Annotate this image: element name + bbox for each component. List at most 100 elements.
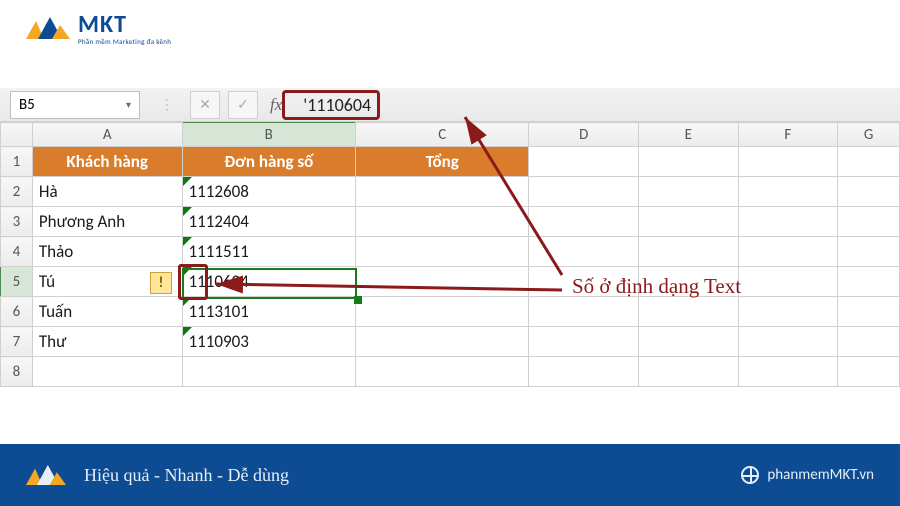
chevron-down-icon[interactable]: ▾ <box>126 98 131 111</box>
cell[interactable]: Tuấn <box>32 297 182 327</box>
cell[interactable] <box>356 207 529 237</box>
name-box[interactable]: B5 ▾ <box>10 91 140 119</box>
table-row: 8 <box>1 357 900 387</box>
column-header-row: A B C D E F G <box>1 123 900 147</box>
cell[interactable] <box>529 207 639 237</box>
cell[interactable] <box>529 297 639 327</box>
row-header[interactable]: 8 <box>1 357 33 387</box>
brand-name: MKT <box>78 10 171 39</box>
row-header[interactable]: 5 <box>1 267 33 297</box>
formula-input[interactable]: '1110604 <box>303 94 371 116</box>
error-smart-tag[interactable]: ! <box>150 272 172 294</box>
table-row: 1 Khách hàng Đơn hàng số Tổng <box>1 147 900 177</box>
header-cell-A[interactable]: Khách hàng <box>32 147 182 177</box>
cell[interactable] <box>356 267 529 297</box>
cell[interactable] <box>738 357 838 387</box>
col-header-E[interactable]: E <box>638 123 738 147</box>
cell[interactable] <box>32 357 182 387</box>
row-header[interactable]: 1 <box>1 147 33 177</box>
cell[interactable] <box>356 357 529 387</box>
col-header-A[interactable]: A <box>32 123 182 147</box>
separator-icon: ⋮ <box>152 91 182 119</box>
footer-logo-icon <box>26 463 66 487</box>
cell[interactable]: Phương Anh <box>32 207 182 237</box>
cell[interactable] <box>182 357 356 387</box>
col-header-C[interactable]: C <box>356 123 529 147</box>
cell[interactable] <box>738 327 838 357</box>
annotation-text: Số ở định dạng Text <box>572 274 741 299</box>
cell[interactable] <box>838 237 900 267</box>
cell[interactable] <box>529 327 639 357</box>
footer-site: phanmemMKT.vn <box>767 466 874 484</box>
cell[interactable] <box>838 357 900 387</box>
col-header-G[interactable]: G <box>838 123 900 147</box>
brand-logo: MKT Phần mềm Marketing đa kênh <box>26 10 171 46</box>
cell[interactable] <box>738 177 838 207</box>
cell[interactable] <box>738 267 838 297</box>
globe-icon <box>741 466 759 484</box>
cell[interactable] <box>838 147 900 177</box>
fx-icon[interactable]: fx <box>270 95 282 115</box>
cell[interactable]: 1111511 <box>182 237 356 267</box>
table-row: 2 Hà 1112608 <box>1 177 900 207</box>
row-header[interactable]: 4 <box>1 237 33 267</box>
cell[interactable] <box>738 207 838 237</box>
cell[interactable] <box>838 327 900 357</box>
spreadsheet-grid[interactable]: A B C D E F G 1 Khách hàng Đơn hàng số T… <box>0 122 900 444</box>
cell[interactable] <box>738 147 838 177</box>
cell[interactable] <box>356 297 529 327</box>
header-cell-B[interactable]: Đơn hàng số <box>182 147 356 177</box>
cell[interactable] <box>356 177 529 207</box>
warning-icon: ! <box>159 274 164 292</box>
accept-entry-button[interactable]: ✓ <box>228 91 258 119</box>
cell[interactable] <box>638 357 738 387</box>
cell[interactable] <box>529 177 639 207</box>
name-box-value: B5 <box>19 96 35 114</box>
col-header-B[interactable]: B <box>182 123 356 147</box>
cell[interactable]: 1112404 <box>182 207 356 237</box>
footer-slogan: Hiệu quả - Nhanh - Dễ dùng <box>84 465 289 486</box>
fill-handle[interactable] <box>354 296 362 304</box>
cell[interactable] <box>638 297 738 327</box>
brand-mark-icon <box>26 15 70 41</box>
table-row: 4 Thảo 1111511 <box>1 237 900 267</box>
cell[interactable]: 1110903 <box>182 327 356 357</box>
col-header-D[interactable]: D <box>529 123 639 147</box>
row-header[interactable]: 7 <box>1 327 33 357</box>
cell[interactable] <box>738 237 838 267</box>
cancel-entry-button[interactable]: ✕ <box>190 91 220 119</box>
table-row: 7 Thư 1110903 <box>1 327 900 357</box>
cell[interactable] <box>638 327 738 357</box>
cell[interactable] <box>356 327 529 357</box>
cell[interactable] <box>638 177 738 207</box>
cell[interactable]: Hà <box>32 177 182 207</box>
select-all-corner[interactable] <box>1 123 33 147</box>
cell[interactable]: 1113101 <box>182 297 356 327</box>
cell[interactable] <box>738 297 838 327</box>
cell[interactable]: Thảo <box>32 237 182 267</box>
table-row: 5 Tú 1110604 <box>1 267 900 297</box>
cell[interactable]: Thư <box>32 327 182 357</box>
row-header[interactable]: 2 <box>1 177 33 207</box>
cell[interactable] <box>638 147 738 177</box>
cell[interactable] <box>838 297 900 327</box>
row-header[interactable]: 3 <box>1 207 33 237</box>
formula-highlight-box: '1110604 <box>282 90 380 120</box>
table-row: 6 Tuấn 1113101 <box>1 297 900 327</box>
cell[interactable] <box>529 237 639 267</box>
col-header-F[interactable]: F <box>738 123 838 147</box>
cell[interactable] <box>838 207 900 237</box>
footer-bar: Hiệu quả - Nhanh - Dễ dùng phanmemMKT.vn <box>0 444 900 506</box>
cell[interactable] <box>638 237 738 267</box>
cell[interactable] <box>356 237 529 267</box>
cell[interactable] <box>529 357 639 387</box>
cell[interactable]: 1112608 <box>182 177 356 207</box>
cell[interactable] <box>529 147 639 177</box>
cell[interactable] <box>838 177 900 207</box>
row-header[interactable]: 6 <box>1 297 33 327</box>
cell[interactable] <box>638 207 738 237</box>
cell-active[interactable]: 1110604 <box>182 267 356 297</box>
header-cell-C[interactable]: Tổng <box>356 147 529 177</box>
cell[interactable] <box>838 267 900 297</box>
table-row: 3 Phương Anh 1112404 <box>1 207 900 237</box>
